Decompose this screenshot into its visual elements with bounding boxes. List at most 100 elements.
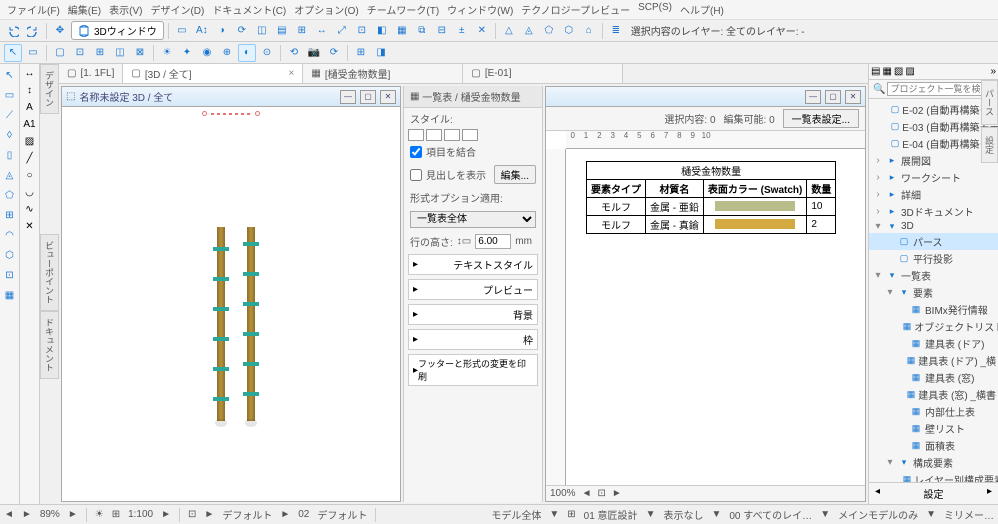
hotspot-tool-icon[interactable]: ✕	[25, 221, 33, 232]
sun-a-icon[interactable]: ☀	[158, 44, 176, 62]
tree-node[interactable]: ▦BIMx発行情報	[869, 301, 998, 318]
view-top-icon[interactable]: ⊞	[352, 44, 370, 62]
menu-options[interactable]: オプション(O)	[291, 1, 361, 18]
section-textstyle[interactable]: ▸テキストスタイル	[408, 254, 538, 275]
tool-n-icon[interactable]: ⊟	[433, 22, 451, 40]
menu-document[interactable]: ドキュメント(C)	[209, 1, 289, 18]
menu-design[interactable]: デザイン(D)	[147, 1, 207, 18]
nav-c-icon[interactable]: ⟳	[325, 44, 343, 62]
right-tab-settings[interactable]: 設定	[981, 127, 998, 163]
section-preview[interactable]: ▸プレビュー	[408, 279, 538, 300]
tab-1fl[interactable]: ▢ [1. 1FL]	[59, 64, 123, 83]
style-grid-a-icon[interactable]	[408, 129, 424, 141]
tree-node[interactable]: ›▸3Dドキュメント	[869, 203, 998, 220]
close-button[interactable]: ✕	[380, 90, 396, 104]
style-grid-b-icon[interactable]	[426, 129, 442, 141]
wall-tool-icon[interactable]: ⟋	[3, 108, 17, 122]
sb-mainmodel[interactable]: メインモデルのみ	[838, 507, 918, 522]
menu-techpreview[interactable]: テクノロジープレビュー	[518, 1, 633, 18]
tab-3d-all[interactable]: ▢ [3D / 全て]×	[123, 64, 303, 83]
tree-node[interactable]: ›▸ワークシート	[869, 169, 998, 186]
nav-mode-c-icon[interactable]: ▧	[894, 66, 903, 77]
tool-d-icon[interactable]: ⟳	[233, 22, 251, 40]
dim-a-icon[interactable]: ↔	[25, 68, 35, 79]
object-tool-icon[interactable]: ⊡	[3, 268, 17, 282]
3dwindow-button[interactable]: 3Dウィンドウ	[71, 21, 164, 40]
tree-node[interactable]: ▦建具表 (窓) _横書	[869, 386, 998, 403]
side-tab-document[interactable]: ドキュメント	[40, 311, 59, 379]
tree-node[interactable]: ▦壁リスト	[869, 420, 998, 437]
sun-b-icon[interactable]: ✦	[178, 44, 196, 62]
style-grid-c-icon[interactable]	[444, 129, 460, 141]
sb-zoom-dd[interactable]: ►	[68, 509, 78, 520]
sched-close-button[interactable]: ✕	[845, 90, 861, 104]
sb-noshow[interactable]: 表示なし	[663, 507, 703, 522]
zone-tool-icon[interactable]: ▦	[3, 288, 17, 302]
tree-node[interactable]: ▢E-03 (自動再構築モデ	[869, 118, 998, 135]
tool-j-icon[interactable]: ⊡	[353, 22, 371, 40]
tool-b-icon[interactable]: A↕	[193, 22, 211, 40]
tree-node[interactable]: ▾▾構成要素	[869, 454, 998, 471]
sched-min-button[interactable]: —	[805, 90, 821, 104]
t2-b-icon[interactable]: ⊡	[71, 44, 89, 62]
view-b-icon[interactable]: ◬	[520, 22, 538, 40]
view-d-icon[interactable]: ⬡	[560, 22, 578, 40]
sb-grid2-icon[interactable]: ⊞	[567, 509, 575, 520]
text-tool-icon[interactable]: A	[26, 102, 33, 113]
sb-dd2[interactable]: ▼	[646, 509, 656, 520]
undo-icon[interactable]	[4, 22, 22, 40]
zoom-out-icon[interactable]: ◄	[582, 488, 592, 499]
3d-viewport[interactable]	[62, 107, 400, 501]
navigator-tree[interactable]: ▢E-02 (自動再構築モデ ▢E-03 (自動再構築モデ ▢E-04 (自動再…	[869, 99, 998, 482]
sb-default1[interactable]: デフォルト	[222, 507, 272, 522]
sb-scale-dd[interactable]: ►	[161, 509, 171, 520]
sb-layer-dd[interactable]: ►	[204, 509, 214, 520]
tool-p-icon[interactable]: ✕	[473, 22, 491, 40]
circle-tool-icon[interactable]: ○	[26, 170, 32, 181]
tree-node[interactable]: ›▸詳細	[869, 186, 998, 203]
sb-dd4[interactable]: ▼	[820, 509, 830, 520]
sb-dd5[interactable]: ▼	[926, 509, 936, 520]
table-row[interactable]: モルフ 金属 - 真鍮 2	[587, 216, 836, 234]
show-header-checkbox[interactable]	[410, 169, 422, 181]
tool-i-icon[interactable]: ⤢	[333, 22, 351, 40]
tree-node[interactable]: ▢パース	[869, 233, 998, 250]
maximize-button[interactable]: ▢	[360, 90, 376, 104]
right-tab-pers[interactable]: パース	[981, 80, 998, 125]
section-footer[interactable]: ▸フッターと形式の変更を印刷	[408, 354, 538, 386]
spline-tool-icon[interactable]: ∿	[25, 204, 33, 215]
nav-mode-a-icon[interactable]: ▤	[871, 66, 880, 77]
dim-b-icon[interactable]: ↕	[27, 85, 32, 96]
menu-help[interactable]: ヘルプ(H)	[677, 1, 727, 18]
sb-grid-icon[interactable]: ⊞	[112, 509, 120, 520]
section-border[interactable]: ▸枠	[408, 329, 538, 350]
cursor-icon[interactable]: ↖	[4, 44, 22, 62]
tool-m-icon[interactable]: ⧉	[413, 22, 431, 40]
section-background[interactable]: ▸背景	[408, 304, 538, 325]
morph-tool-icon[interactable]: ⬡	[3, 248, 17, 262]
arc-tool-icon[interactable]: ◡	[25, 187, 34, 198]
sb-model-all[interactable]: モデル全体	[491, 507, 541, 522]
sb-zoom[interactable]: 89%	[40, 509, 60, 520]
tool-a-icon[interactable]: ▭	[173, 22, 191, 40]
menu-edit[interactable]: 編集(E)	[65, 1, 104, 18]
tool-c-icon[interactable]: ◑	[213, 22, 231, 40]
menu-file[interactable]: ファイル(F)	[4, 1, 63, 18]
line-tool-icon[interactable]: ╱	[26, 153, 32, 164]
camera-icon[interactable]: 📷	[305, 44, 323, 62]
side-tab-viewpoint[interactable]: ビューポイント	[40, 234, 59, 311]
schedule-settings-button[interactable]: 一覧表設定...	[783, 109, 859, 128]
sb-design-01[interactable]: 01 意匠設計	[584, 507, 638, 522]
style-grid-d-icon[interactable]	[462, 129, 478, 141]
column-tool-icon[interactable]: ▯	[3, 148, 17, 162]
sun-c-icon[interactable]: ◉	[198, 44, 216, 62]
tool-g-icon[interactable]: ⊞	[293, 22, 311, 40]
tree-node[interactable]: ▾▾3D	[869, 220, 998, 233]
close-icon[interactable]: ×	[289, 68, 295, 79]
roof-tool-icon[interactable]: ◬	[3, 168, 17, 182]
t2-d-icon[interactable]: ◫	[111, 44, 129, 62]
sb-layer-icon[interactable]: ⊡	[188, 509, 196, 520]
tree-node[interactable]: ▦建具表 (窓)	[869, 369, 998, 386]
minimize-button[interactable]: —	[340, 90, 356, 104]
tool-e-icon[interactable]: ◫	[253, 22, 271, 40]
